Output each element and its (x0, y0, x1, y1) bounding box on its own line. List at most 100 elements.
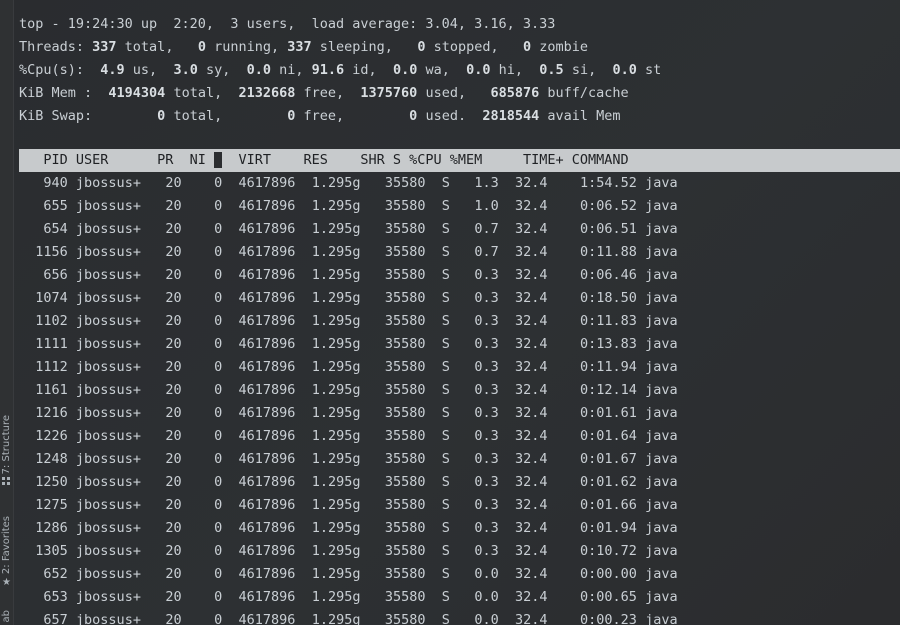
cell-pr: 20 (149, 405, 182, 421)
swap-prefix: KiB Swap: (19, 108, 158, 124)
cell-res: 1.295g (303, 290, 361, 306)
cell-command: java (645, 267, 711, 283)
cell-pid: 1286 (19, 520, 68, 536)
cell-cpu: 0.3 (458, 520, 499, 536)
cell-command: java (645, 543, 711, 559)
cell-virt: 4617896 (230, 543, 296, 559)
extra-tool-button[interactable]: ab (0, 610, 13, 622)
cell-pid: 652 (19, 566, 68, 582)
cell-virt: 4617896 (230, 497, 296, 513)
cell-time: 0:06.46 (555, 267, 637, 283)
cell-pr: 20 (149, 244, 182, 260)
cell-command: java (645, 290, 711, 306)
cell-state: S (433, 336, 450, 352)
cell-mem: 32.4 (506, 382, 548, 398)
cell-virt: 4617896 (230, 244, 296, 260)
cpu-sy: 3.0 (173, 62, 198, 78)
header-left: PID USER PR NI (19, 152, 215, 168)
threads-total-label: total, (116, 39, 198, 55)
cell-pr: 20 (149, 336, 182, 352)
structure-tool-button[interactable]: 7: Structure (0, 415, 13, 486)
cell-ni: 0 (189, 566, 223, 582)
cell-command: java (645, 359, 711, 375)
cell-user: jbossus+ (75, 428, 141, 444)
cell-res: 1.295g (303, 359, 361, 375)
cell-cpu: 0.3 (458, 428, 499, 444)
cell-state: S (433, 451, 450, 467)
cell-cpu: 0.3 (458, 474, 499, 490)
cell-user: jbossus+ (75, 382, 141, 398)
cell-cpu: 0.7 (458, 244, 499, 260)
cell-virt: 4617896 (230, 382, 296, 398)
cell-virt: 4617896 (230, 267, 296, 283)
cell-res: 1.295g (303, 520, 361, 536)
cell-shr: 35580 (368, 497, 426, 513)
process-row: 1275 jbossus+ 20 0 4617896 1.295g 35580 … (19, 494, 900, 517)
cell-cpu: 0.0 (458, 612, 499, 625)
cell-res: 1.295g (303, 451, 361, 467)
cell-mem: 32.4 (506, 175, 548, 191)
cell-mem: 32.4 (506, 290, 548, 306)
cell-state: S (433, 497, 450, 513)
cpu-ni: 0.0 (246, 62, 272, 78)
cell-mem: 32.4 (506, 520, 548, 536)
cell-user: jbossus+ (75, 336, 141, 352)
cell-ni: 0 (189, 290, 223, 306)
cpu-si-label: si, (563, 62, 613, 78)
cell-command: java (645, 221, 711, 237)
cell-state: S (433, 405, 450, 421)
cell-res: 1.295g (303, 336, 361, 352)
cell-pr: 20 (149, 382, 182, 398)
cell-shr: 35580 (368, 428, 426, 444)
cell-command: java (645, 198, 711, 214)
process-row: 1305 jbossus+ 20 0 4617896 1.295g 35580 … (19, 540, 900, 563)
cell-time: 0:00.00 (555, 566, 637, 582)
cell-ni: 0 (189, 198, 223, 214)
cell-time: 0:12.14 (555, 382, 637, 398)
cell-virt: 4617896 (230, 451, 296, 467)
cell-ni: 0 (189, 520, 223, 536)
cell-pid: 1305 (19, 543, 68, 559)
process-row: 652 jbossus+ 20 0 4617896 1.295g 35580 S… (19, 563, 900, 586)
process-row: 1250 jbossus+ 20 0 4617896 1.295g 35580 … (19, 471, 900, 494)
threads-running-label: running, (205, 39, 288, 55)
mem-free: 2132668 (238, 85, 296, 101)
cell-user: jbossus+ (75, 451, 141, 467)
cell-pid: 1102 (19, 313, 68, 329)
threads-stopped-label: stopped, (425, 39, 523, 55)
cell-command: java (645, 520, 711, 536)
cell-pr: 20 (149, 612, 182, 625)
cell-shr: 35580 (368, 290, 426, 306)
cell-virt: 4617896 (230, 313, 296, 329)
cell-res: 1.295g (303, 566, 361, 582)
cell-user: jbossus+ (75, 589, 141, 605)
process-table-body: 940 jbossus+ 20 0 4617896 1.295g 35580 S… (19, 172, 900, 625)
cell-cpu: 0.3 (458, 290, 499, 306)
cell-shr: 35580 (368, 221, 426, 237)
cell-command: java (645, 244, 711, 260)
cell-shr: 35580 (368, 198, 426, 214)
cell-shr: 35580 (368, 382, 426, 398)
cpu-hi-label: hi, (490, 62, 540, 78)
cell-state: S (433, 543, 450, 559)
cell-user: jbossus+ (75, 290, 141, 306)
cell-state: S (433, 428, 450, 444)
cell-user: jbossus+ (75, 267, 141, 283)
cell-ni: 0 (189, 497, 223, 513)
mem-total-label: total, (165, 85, 239, 101)
cell-virt: 4617896 (230, 175, 296, 191)
cell-command: java (645, 336, 711, 352)
cell-mem: 32.4 (506, 244, 548, 260)
cell-mem: 32.4 (506, 497, 548, 513)
cell-pid: 656 (19, 267, 68, 283)
cell-state: S (433, 589, 450, 605)
cell-pr: 20 (149, 589, 182, 605)
header-gap (214, 152, 223, 168)
cell-res: 1.295g (303, 198, 361, 214)
favorites-tool-button[interactable]: 2: Favorites ★ (0, 516, 13, 589)
terminal-window: 7: Structure 2: Favorites ★ ab top - 19:… (0, 0, 900, 625)
cell-res: 1.295g (303, 244, 361, 260)
cell-time: 1:54.52 (555, 175, 637, 191)
mem-used: 1375760 (360, 85, 418, 101)
cell-user: jbossus+ (75, 313, 141, 329)
